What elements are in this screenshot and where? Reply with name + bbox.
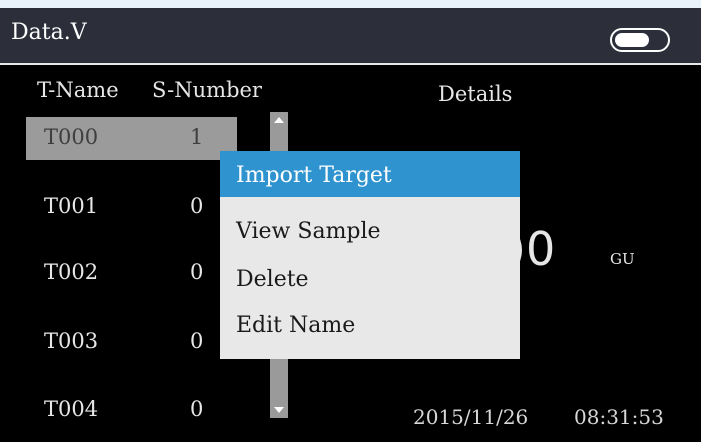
menu-item-edit-name[interactable]: Edit Name — [220, 311, 520, 357]
sample-number: 0 — [190, 260, 204, 284]
menu-item-view-sample[interactable]: View Sample — [220, 215, 520, 261]
scroll-down-icon[interactable] — [274, 407, 284, 413]
list-item[interactable]: T004 0 — [26, 389, 237, 432]
menu-item-import-target[interactable]: Import Target — [220, 151, 520, 197]
menu-item-label: Import Target — [236, 163, 392, 188]
title-bar: Data.V — [0, 8, 701, 65]
menu-item-label: View Sample — [236, 219, 381, 244]
list-item[interactable]: T003 0 — [26, 321, 237, 364]
column-header-s-number: S-Number — [152, 78, 262, 102]
sample-number: 0 — [190, 194, 204, 218]
scroll-up-icon[interactable] — [274, 117, 284, 123]
column-header-t-name: T-Name — [37, 78, 119, 102]
details-heading: Details — [438, 82, 513, 106]
target-name: T002 — [44, 260, 99, 284]
status-time: 08:31:53 — [574, 405, 664, 429]
list-item[interactable]: T002 0 — [26, 252, 237, 295]
target-name: T000 — [44, 125, 99, 149]
context-menu: Import Target View Sample Delete Edit Na… — [220, 151, 520, 359]
battery-level — [615, 33, 649, 47]
status-date: 2015/11/26 — [413, 405, 529, 429]
measurement-unit: GU — [610, 250, 635, 268]
device-screen: Data.V T-Name S-Number Details T000 1 T0… — [0, 8, 701, 442]
battery-icon — [610, 28, 670, 52]
menu-item-delete[interactable]: Delete — [220, 265, 520, 311]
sample-number: 0 — [190, 329, 204, 353]
list-item[interactable]: T001 0 — [26, 186, 237, 229]
menu-item-label: Edit Name — [236, 313, 356, 338]
sample-number: 1 — [190, 125, 204, 149]
app-title: Data.V — [11, 20, 87, 45]
list-item[interactable]: T000 1 — [26, 117, 237, 160]
menu-item-label: Delete — [236, 267, 309, 292]
target-name: T003 — [44, 329, 99, 353]
target-name: T001 — [44, 194, 99, 218]
target-name: T004 — [44, 397, 99, 421]
sample-number: 0 — [190, 397, 204, 421]
